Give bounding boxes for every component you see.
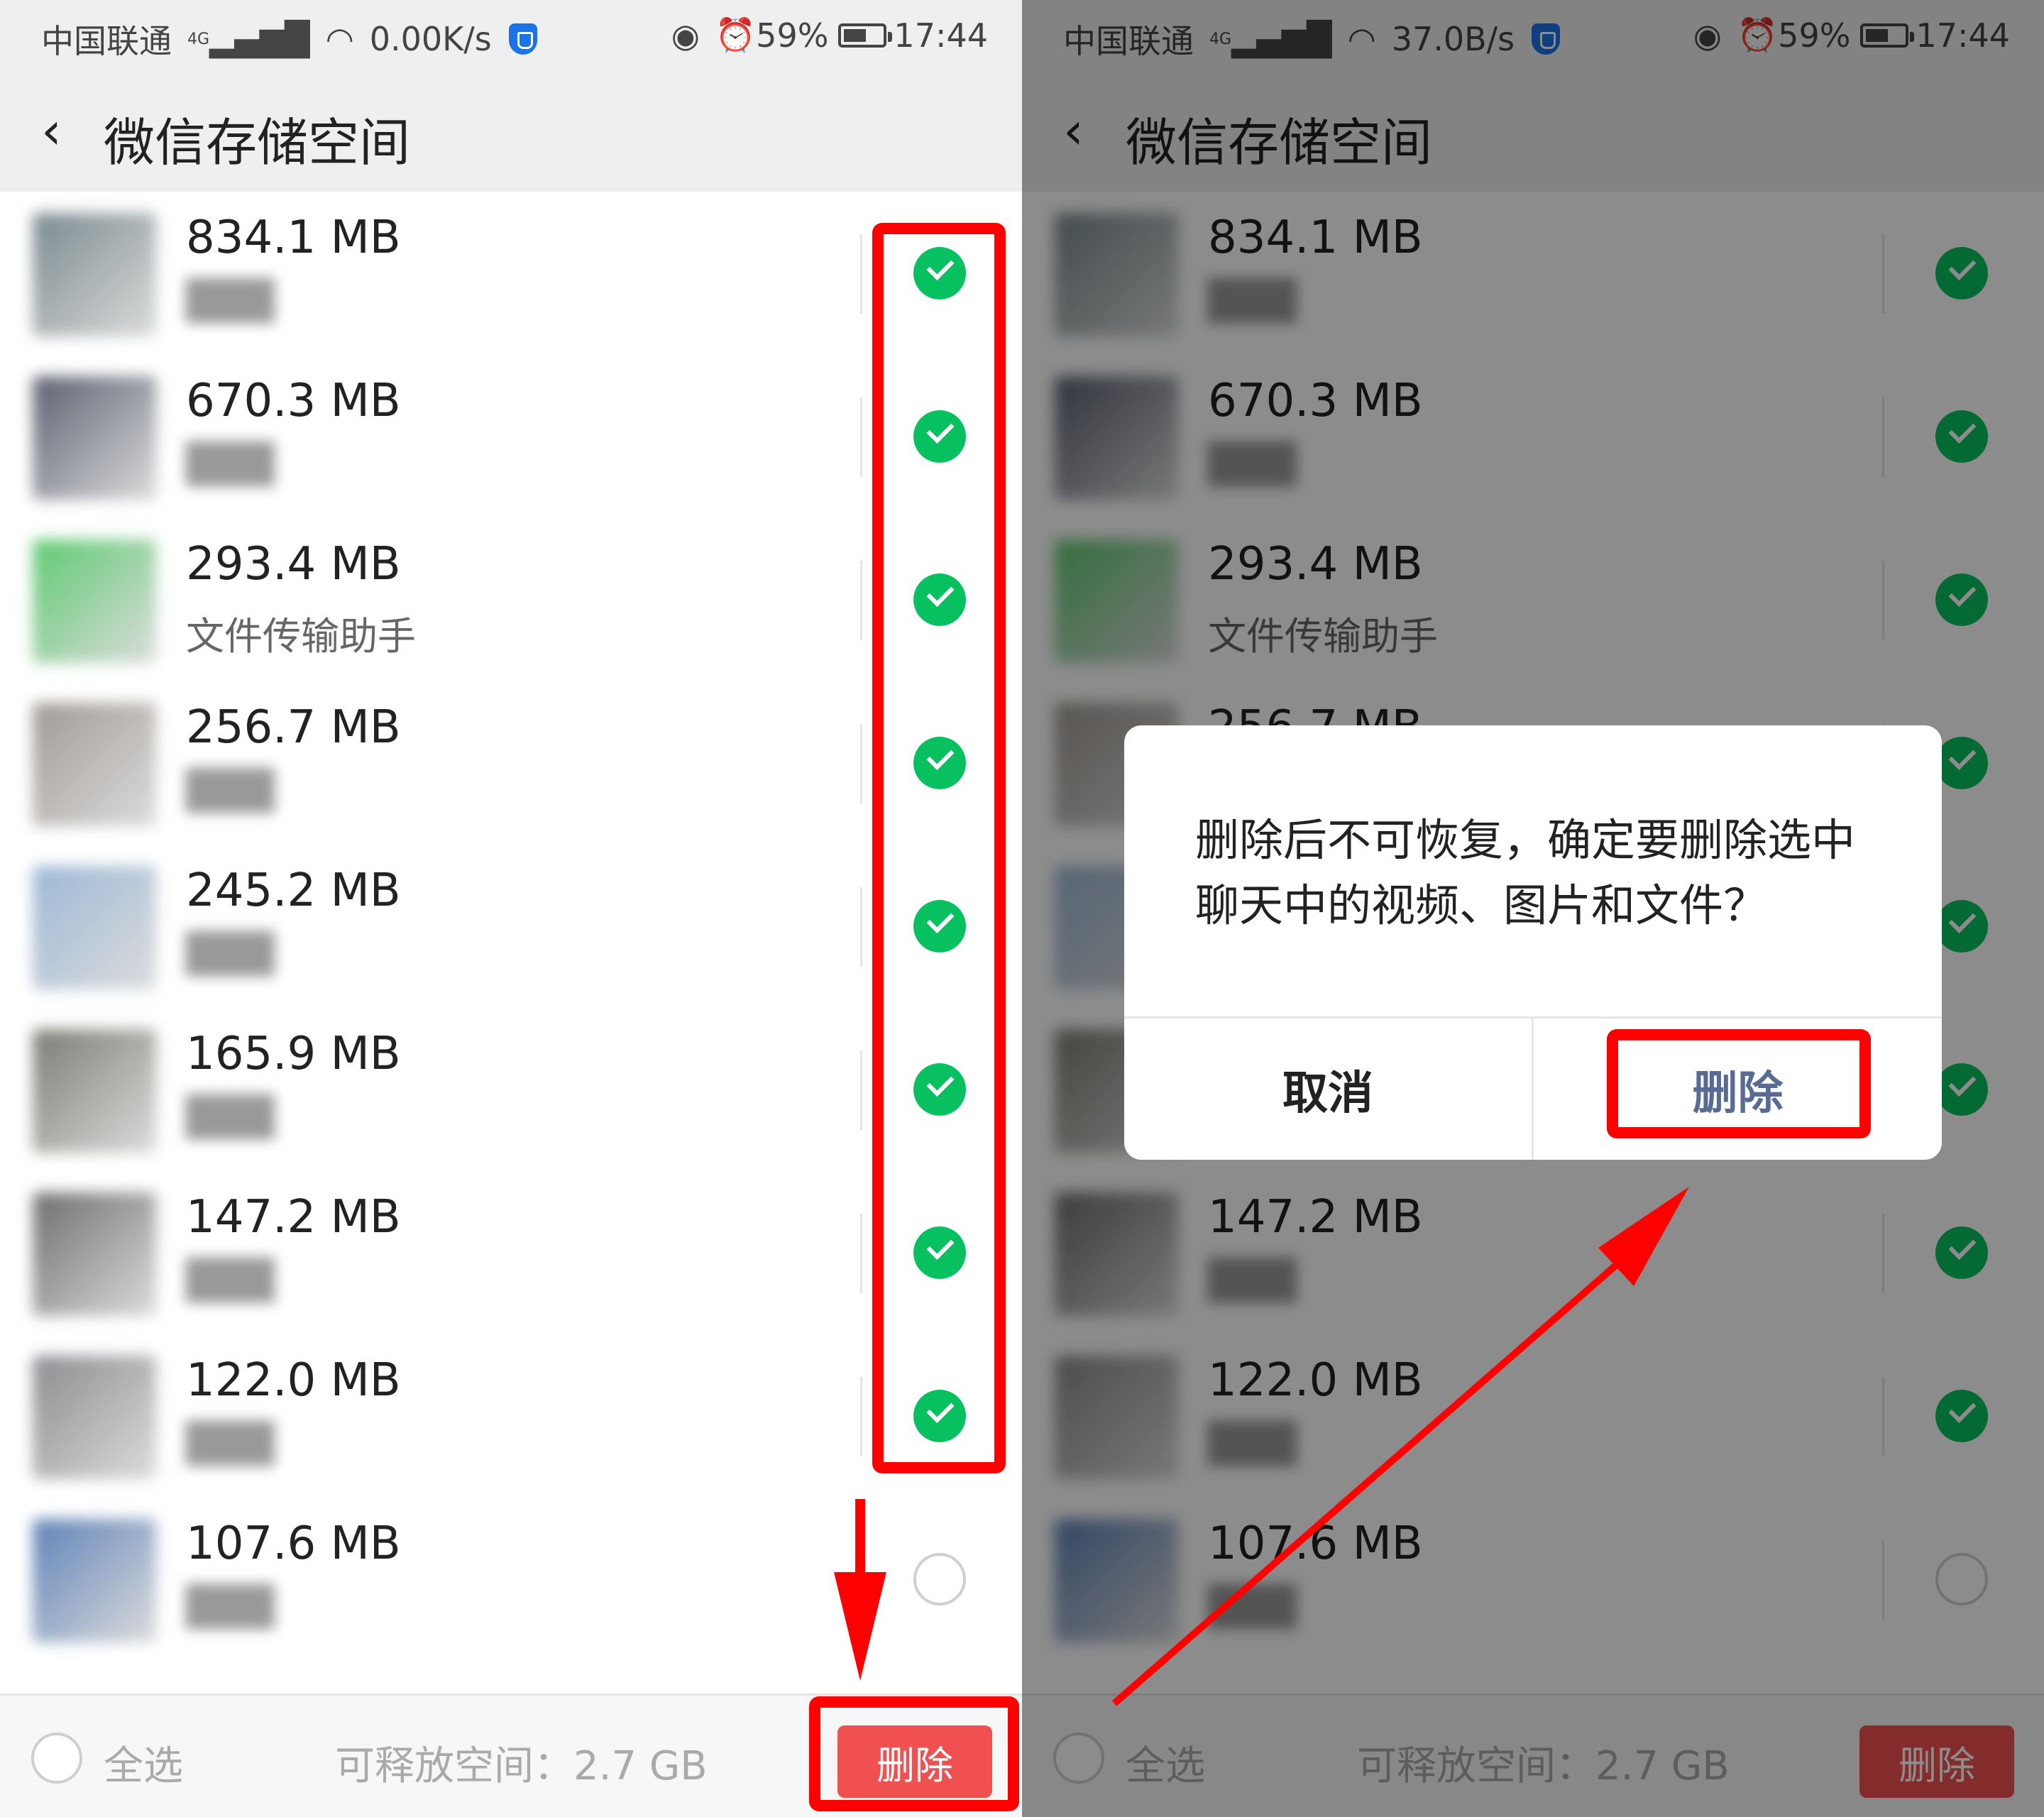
select-all-radio[interactable] (31, 1733, 82, 1784)
storage-screen-confirm: 中国联通 4G ▂▄▆█ ◠ 37.0B/s ◉ ⏰ 59% 17:44 ‹ 微… (1022, 0, 2044, 1817)
carrier-name: 中国联通 (41, 22, 172, 60)
status-right-group: ◉ ⏰ 59% 17:44 (671, 16, 988, 55)
chat-avatar (33, 1519, 156, 1642)
list-item[interactable]: 147.2 MB ███ (0, 1171, 1022, 1334)
wifi-icon: ◠ (325, 20, 354, 58)
chat-avatar (33, 1192, 156, 1316)
page-title: 微信存储空间 (104, 113, 411, 172)
tutorial-screenshot: 中国联通 4G ▂▄▆█ ◠ 0.00K/s ◉ ⏰ 59% 17:44 ‹ 微… (0, 0, 2044, 1817)
chat-name: ███ (186, 1094, 275, 1139)
eye-icon: ◉ (671, 16, 700, 55)
highlight-confirm-delete-box (1607, 1029, 1871, 1138)
battery-icon (838, 23, 893, 48)
row-divider (860, 234, 862, 314)
storage-size: 670.3 MB (186, 375, 401, 427)
storage-size: 256.7 MB (186, 701, 401, 754)
storage-size: 245.2 MB (186, 864, 401, 917)
list-item[interactable]: 293.4 MB 文件传输助手 (0, 518, 1022, 681)
chat-avatar (33, 539, 156, 663)
row-divider (860, 724, 862, 803)
list-item[interactable]: 670.3 MB ███ (0, 355, 1022, 518)
highlight-delete-button-box (809, 1696, 1019, 1811)
row-divider (860, 1540, 862, 1620)
chat-avatar (33, 376, 156, 500)
cancel-button[interactable]: 取消 (1124, 1019, 1532, 1160)
chevron-left-icon[interactable]: ‹ (41, 105, 91, 156)
chat-avatar (33, 213, 156, 336)
clock-time: 17:44 (894, 16, 988, 55)
select-all-label[interactable]: 全选 (104, 1734, 183, 1791)
storage-size: 165.9 MB (186, 1028, 401, 1080)
unchecked-circle-icon[interactable] (913, 1553, 966, 1605)
list-item[interactable]: 107.6 MB ███ (0, 1498, 1022, 1661)
chat-name: ███ (186, 278, 275, 323)
chat-name: ███ (186, 1421, 275, 1466)
status-left-group: 中国联通 4G ▂▄▆█ ◠ 0.00K/s (41, 16, 537, 62)
shield-icon (508, 23, 537, 55)
chat-name: ███ (186, 768, 275, 813)
network-speed: 0.00K/s (369, 20, 492, 58)
dialog-message: 删除后不可恢复，确定要删除选中聊天中的视频、图片和文件？ (1195, 814, 1856, 931)
list-item[interactable]: 256.7 MB ███ (0, 681, 1022, 845)
storage-size: 147.2 MB (186, 1191, 401, 1244)
signal-icon: ▂▄▆█ (209, 20, 310, 58)
row-divider (860, 1214, 862, 1293)
row-divider (860, 561, 862, 640)
row-divider (860, 397, 862, 477)
chat-avatar (33, 1029, 156, 1153)
chat-avatar (33, 866, 156, 989)
row-divider (860, 1377, 862, 1456)
status-bar: 中国联通 4G ▂▄▆█ ◠ 0.00K/s ◉ ⏰ 59% 17:44 (0, 0, 1022, 71)
chat-avatar (33, 703, 156, 826)
list-item[interactable]: 245.2 MB ███ (0, 845, 1022, 1008)
chat-name: ███ (186, 931, 275, 976)
list-item[interactable]: 834.1 MB ███ (0, 192, 1022, 355)
title-bar: ‹ 微信存储空间 (0, 71, 1022, 192)
list-item[interactable]: 122.0 MB ███ (0, 1334, 1022, 1498)
storage-size: 107.6 MB (186, 1517, 401, 1570)
chat-avatar (33, 1356, 156, 1479)
list-item[interactable]: 165.9 MB ███ (0, 1008, 1022, 1171)
releasable-space: 可释放空间：2.7 GB (335, 1743, 708, 1789)
chat-name: ███ (186, 441, 275, 486)
highlight-checkboxes-box (872, 223, 1006, 1473)
alarm-icon: ⏰ (715, 16, 757, 54)
chat-name: 文件传输助手 (186, 614, 416, 659)
storage-size: 834.1 MB (186, 212, 401, 264)
storage-size: 293.4 MB (186, 538, 401, 591)
chat-name: ███ (186, 1258, 275, 1302)
storage-size: 122.0 MB (186, 1354, 401, 1407)
chat-name: ███ (186, 1584, 275, 1629)
battery-percent: 59% (756, 16, 829, 55)
row-divider (860, 887, 862, 967)
row-divider (860, 1050, 862, 1130)
storage-screen-selection: 中国联通 4G ▂▄▆█ ◠ 0.00K/s ◉ ⏰ 59% 17:44 ‹ 微… (0, 0, 1022, 1817)
network-type: 4G (187, 30, 210, 48)
